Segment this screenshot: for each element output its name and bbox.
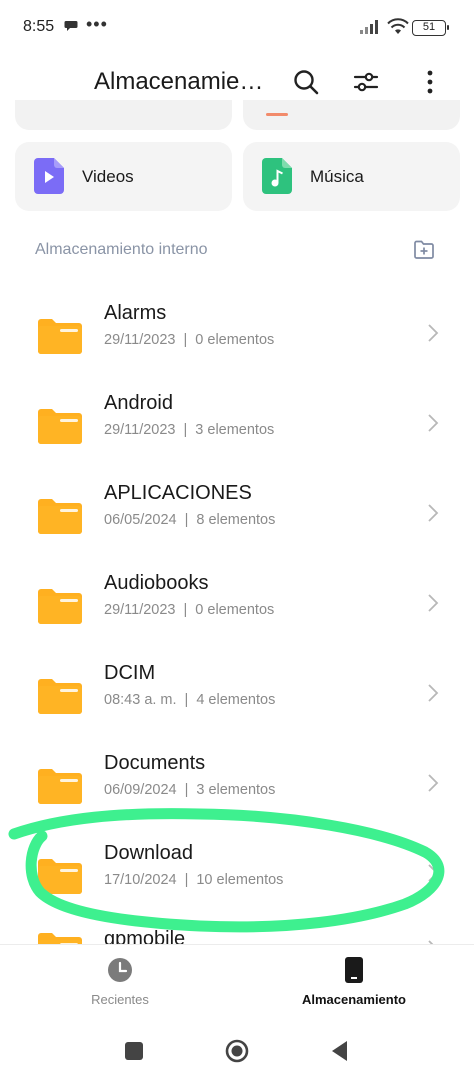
category-icon-partial xyxy=(266,113,288,116)
folder-row[interactable]: Documents 06/09/2024 | 3 elementos xyxy=(0,734,474,824)
folder-icon xyxy=(38,933,82,944)
folder-row[interactable]: APLICACIONES 06/05/2024 | 8 elementos xyxy=(0,464,474,554)
folder-date: 29/11/2023 xyxy=(104,332,176,348)
folder-name: Download xyxy=(104,842,193,864)
category-card-partial[interactable] xyxy=(15,100,232,130)
chevron-right-icon xyxy=(428,684,439,702)
folder-icon xyxy=(38,319,82,354)
nav-label: Recientes xyxy=(91,992,149,1007)
home-circle-icon[interactable] xyxy=(225,1039,249,1063)
meta-separator: | xyxy=(183,332,188,348)
category-label: Videos xyxy=(82,167,134,186)
folder-meta: 06/09/2024 | 3 elementos xyxy=(104,782,275,798)
signal-icon xyxy=(360,20,378,34)
phone-storage-icon xyxy=(345,957,363,983)
folder-meta: 06/05/2024 | 8 elementos xyxy=(104,512,275,528)
category-label: Música xyxy=(310,167,364,186)
bottom-navigation: Recientes Almacenamiento xyxy=(0,944,474,1020)
folder-date: 29/11/2023 xyxy=(104,602,176,618)
status-time: 8:55 xyxy=(23,18,55,35)
recents-square-icon[interactable] xyxy=(125,1042,143,1060)
meta-separator: | xyxy=(183,422,188,438)
clock-icon xyxy=(108,958,132,982)
folder-icon xyxy=(38,859,82,894)
chevron-right-icon xyxy=(428,774,439,792)
folder-meta: 29/11/2023 | 0 elementos xyxy=(104,332,274,348)
meta-separator: | xyxy=(184,692,189,708)
folder-icon xyxy=(38,769,82,804)
folder-count: 3 elementos xyxy=(196,782,276,798)
battery-icon: 51 xyxy=(412,20,449,36)
nav-recent[interactable]: Recientes xyxy=(20,957,220,1007)
folder-date: 17/10/2024 xyxy=(104,872,177,888)
folder-count: 4 elementos xyxy=(196,692,276,708)
meta-separator: | xyxy=(183,602,188,618)
folder-name: Documents xyxy=(104,752,206,774)
folder-count: 3 elementos xyxy=(195,422,275,438)
back-triangle-icon[interactable] xyxy=(330,1040,348,1062)
folder-count: 8 elementos xyxy=(196,512,276,528)
chevron-right-icon xyxy=(428,594,439,612)
folder-date: 06/05/2024 xyxy=(104,512,177,528)
folder-icon xyxy=(38,409,82,444)
folder-name: Alarms xyxy=(104,302,167,324)
folder-name: Android xyxy=(104,392,173,414)
chevron-right-icon xyxy=(428,504,439,522)
meta-separator: | xyxy=(184,512,189,528)
folder-name: APLICACIONES xyxy=(104,482,252,504)
chevron-right-icon xyxy=(428,414,439,432)
nav-label: Almacenamiento xyxy=(301,992,407,1007)
folder-icon xyxy=(38,499,82,534)
chat-bubble-icon xyxy=(64,21,78,31)
folder-name: gpmobile xyxy=(104,928,186,944)
folder-icon xyxy=(38,589,82,624)
folder-date: 08:43 a. m. xyxy=(104,692,177,708)
page-title: Almacenamie… xyxy=(94,68,264,95)
battery-level: 51 xyxy=(422,21,436,33)
folder-row[interactable]: Alarms 29/11/2023 | 0 elementos xyxy=(0,284,474,374)
folder-meta: 29/11/2023 | 3 elementos xyxy=(104,422,274,438)
add-folder-icon[interactable] xyxy=(413,240,435,260)
folder-date: 29/11/2023 xyxy=(104,422,176,438)
folder-row-download[interactable]: Download 17/10/2024 | 10 elementos xyxy=(0,824,474,914)
music-file-icon xyxy=(262,158,292,194)
status-more-dots: ••• xyxy=(86,14,108,34)
category-videos[interactable]: Videos xyxy=(15,142,232,211)
folder-row[interactable]: DCIM 08:43 a. m. | 4 elementos xyxy=(0,644,474,734)
folder-name: DCIM xyxy=(104,662,156,684)
folder-row[interactable]: Audiobooks 29/11/2023 | 0 elementos xyxy=(0,554,474,644)
filter-icon[interactable] xyxy=(350,66,382,98)
wifi-icon xyxy=(387,18,409,34)
folder-row-partial[interactable]: gpmobile xyxy=(0,914,474,944)
system-navigation-bar xyxy=(0,1020,474,1080)
section-title: Almacenamiento interno xyxy=(35,241,208,258)
folder-count: 10 elementos xyxy=(196,872,284,888)
folder-meta: 08:43 a. m. | 4 elementos xyxy=(104,692,275,708)
chevron-right-icon xyxy=(428,324,439,342)
folder-name: Audiobooks xyxy=(104,572,209,594)
folder-count: 0 elementos xyxy=(195,332,275,348)
video-file-icon xyxy=(34,158,64,194)
folder-date: 06/09/2024 xyxy=(104,782,177,798)
nav-storage[interactable]: Almacenamiento xyxy=(254,957,454,1007)
meta-separator: | xyxy=(184,782,189,798)
chevron-right-icon xyxy=(428,864,439,882)
meta-separator: | xyxy=(184,872,189,888)
folder-icon xyxy=(38,679,82,714)
search-icon[interactable] xyxy=(290,66,322,98)
more-vert-icon[interactable] xyxy=(414,66,446,98)
category-music[interactable]: Música xyxy=(243,142,460,211)
folder-meta: 29/11/2023 | 0 elementos xyxy=(104,602,274,618)
folder-row[interactable]: Android 29/11/2023 | 3 elementos xyxy=(0,374,474,464)
folder-count: 0 elementos xyxy=(195,602,275,618)
folder-meta: 17/10/2024 | 10 elementos xyxy=(104,872,283,888)
status-bar: 8:55 ••• 51 xyxy=(0,0,474,56)
